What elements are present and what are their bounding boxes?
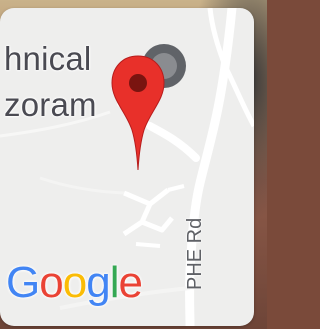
google-logo-letter: G: [6, 258, 40, 307]
google-logo-letter: e: [118, 258, 143, 307]
place-label: hnical zoram: [4, 36, 97, 128]
google-logo-letter: o: [39, 258, 64, 307]
place-label-line-2: zoram: [4, 86, 97, 123]
road-label: PHE Rd: [184, 217, 206, 290]
map-pin-icon[interactable]: [110, 54, 166, 172]
map-card[interactable]: hnical zoram PHE Rd Google: [0, 8, 254, 326]
google-logo-letter: o: [62, 258, 88, 307]
google-logo-letter: g: [86, 258, 111, 307]
place-label-line-1: hnical: [4, 40, 92, 77]
google-logo: Google: [6, 258, 143, 308]
